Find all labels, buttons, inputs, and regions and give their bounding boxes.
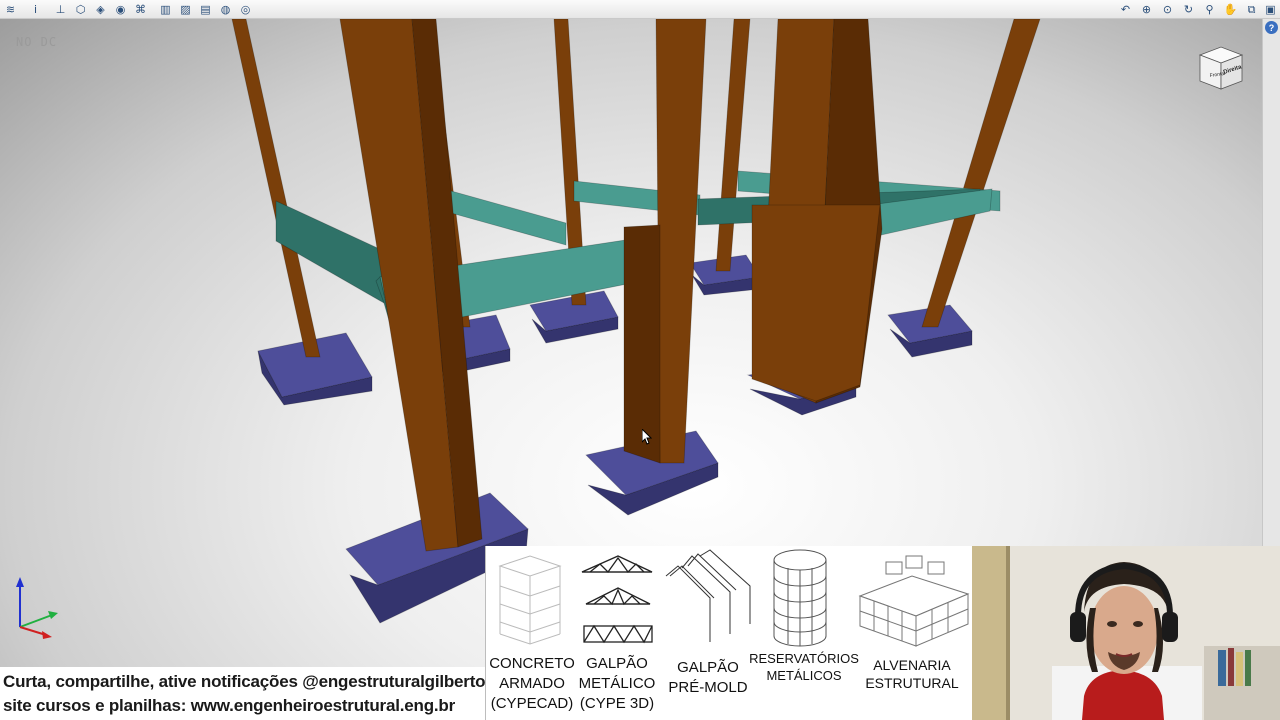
tank-icon xyxy=(773,549,827,647)
save-icon[interactable]: ▣ xyxy=(1263,2,1278,17)
course-reservatorios-line-1: RESERVATÓRIOS xyxy=(749,651,859,666)
globe-icon-glyph: ◍ xyxy=(220,3,231,16)
box-icon-glyph: ◈ xyxy=(96,3,105,16)
window-icon[interactable]: ▤ xyxy=(198,2,213,17)
truss-icon xyxy=(581,555,653,644)
course-concreto-label: CONCRETO ARMADO (CYPECAD) xyxy=(486,654,578,714)
course-premold-line-2: PRÉ-MOLD xyxy=(668,679,748,696)
zoom-all-icon-glyph: ⊙ xyxy=(1162,3,1173,16)
book-icon-glyph: ▥ xyxy=(160,3,171,16)
course-alvenaria-line-2: ESTRUTURAL xyxy=(865,675,959,691)
mesh-icon-glyph: ⌘ xyxy=(135,3,146,16)
globe-icon[interactable]: ◍ xyxy=(218,2,233,17)
layers-icon[interactable]: ≋ xyxy=(3,2,18,17)
course-galpao-metalico[interactable]: GALPÃO METÁLICO (CYPE 3D) xyxy=(574,546,660,720)
book-icon[interactable]: ▥ xyxy=(158,2,173,17)
course-metalico-line-1: GALPÃO xyxy=(586,655,648,672)
beam-back-left[interactable] xyxy=(443,188,567,246)
course-reservatorios-label: RESERVATÓRIOS METÁLICOS xyxy=(748,650,860,684)
course-premold-line-1: GALPÃO xyxy=(677,659,739,676)
building-frame-icon xyxy=(498,555,562,645)
course-premold-label: GALPÃO PRÉ-MOLD xyxy=(660,658,756,698)
save-icon-glyph: ▣ xyxy=(1265,3,1276,16)
zoom-previous-icon[interactable]: ↶ xyxy=(1118,2,1133,17)
view-mode-label: NO DC xyxy=(16,35,58,49)
course-alvenaria-line-1: ALVENARIA xyxy=(873,657,951,673)
graph-icon-glyph: ▨ xyxy=(180,3,191,16)
rotate-icon[interactable]: ↻ xyxy=(1181,2,1196,17)
course-alvenaria-label: ALVENARIA ESTRUTURAL xyxy=(852,656,972,692)
masonry-block-icon xyxy=(858,555,970,647)
course-metalico-line-3: (CYPE 3D) xyxy=(579,695,655,712)
shading-icon[interactable]: ◉ xyxy=(113,2,128,17)
course-metalico-line-2: METÁLICO xyxy=(578,675,656,692)
box-icon[interactable]: ◈ xyxy=(93,2,108,17)
fit-window-icon-glyph: ⧉ xyxy=(1247,3,1256,16)
caption-line-2: site cursos e planilhas: www.engenheiroe… xyxy=(3,696,456,715)
course-concreto-line-3: (CYPECAD) xyxy=(490,695,574,712)
courses-banner: CONCRETO ARMADO (CYPECAD) GALPÃO METÁLIC… xyxy=(485,546,972,720)
caption-bar: Curta, compartilhe, ative notificações @… xyxy=(0,667,486,720)
layers-icon-glyph: ≋ xyxy=(5,3,16,16)
course-concreto-armado[interactable]: CONCRETO ARMADO (CYPECAD) xyxy=(486,546,578,720)
column-front-center-face[interactable] xyxy=(655,19,707,464)
course-alvenaria[interactable]: ALVENARIA ESTRUTURAL xyxy=(852,546,972,720)
caption-line-1: Curta, compartilhe, ative notificações @… xyxy=(3,672,486,691)
zoom-icon[interactable]: ⚲ xyxy=(1202,2,1217,17)
right-side-strip: ? xyxy=(1262,19,1280,549)
eye-icon[interactable]: ◎ xyxy=(238,2,253,17)
axes-icon-glyph: ⊥ xyxy=(55,3,66,16)
eye-icon-glyph: ◎ xyxy=(240,3,251,16)
pan-hand-icon-glyph: ✋ xyxy=(1223,3,1238,16)
axis-gizmo xyxy=(16,577,58,639)
course-galpao-premold[interactable]: GALPÃO PRÉ-MOLD xyxy=(660,546,756,720)
zoom-window-icon[interactable]: ⊕ xyxy=(1139,2,1154,17)
cube-view-icon[interactable]: ⬡ xyxy=(73,2,88,17)
axes-icon[interactable]: ⊥ xyxy=(53,2,68,17)
info-icon[interactable]: i xyxy=(28,2,43,17)
cube-view-icon-glyph: ⬡ xyxy=(75,3,86,16)
course-reservatorios-line-2: METÁLICOS xyxy=(766,668,842,683)
toolbar: ≋ i ⊥ ⬡ ◈ ◉ ⌘ ▥ ▨ ▤ ◍ ◎ ↶ ⊕ ⊙ ↻ ⚲ ✋ ⧉ ▣ xyxy=(0,0,1280,19)
window-icon-glyph: ▤ xyxy=(200,3,211,16)
fit-window-icon[interactable]: ⧉ xyxy=(1244,2,1259,17)
zoom-window-icon-glyph: ⊕ xyxy=(1141,3,1152,16)
help-icon[interactable]: ? xyxy=(1265,21,1278,34)
shading-icon-glyph: ◉ xyxy=(115,3,126,16)
webcam-feed xyxy=(972,546,1280,720)
zoom-all-icon[interactable]: ⊙ xyxy=(1160,2,1175,17)
pan-hand-icon[interactable]: ✋ xyxy=(1223,2,1238,17)
rotate-icon-glyph: ↻ xyxy=(1183,3,1194,16)
mesh-icon[interactable]: ⌘ xyxy=(133,2,148,17)
column-front-right-lower[interactable] xyxy=(751,204,881,402)
navigation-cube[interactable]: Frontal Direita xyxy=(1196,43,1246,93)
course-galpao-metalico-label: GALPÃO METÁLICO (CYPE 3D) xyxy=(574,654,660,714)
zoom-icon-glyph: ⚲ xyxy=(1205,3,1214,16)
course-concreto-line-1: CONCRETO xyxy=(489,655,575,672)
column-front-center-side[interactable] xyxy=(623,224,661,464)
zoom-previous-icon-glyph: ↶ xyxy=(1120,3,1131,16)
info-icon-glyph: i xyxy=(33,3,38,16)
course-reservatorios[interactable]: RESERVATÓRIOS METÁLICOS xyxy=(748,546,860,720)
mouse-cursor-icon xyxy=(642,429,652,445)
presenter-image xyxy=(972,546,1280,720)
column-back-mid-right[interactable] xyxy=(715,19,751,272)
column-back-left[interactable] xyxy=(231,19,321,358)
precast-panel-icon xyxy=(665,549,751,642)
course-concreto-line-2: ARMADO xyxy=(499,675,565,692)
graph-icon[interactable]: ▨ xyxy=(178,2,193,17)
column-back-right[interactable] xyxy=(921,19,1041,328)
